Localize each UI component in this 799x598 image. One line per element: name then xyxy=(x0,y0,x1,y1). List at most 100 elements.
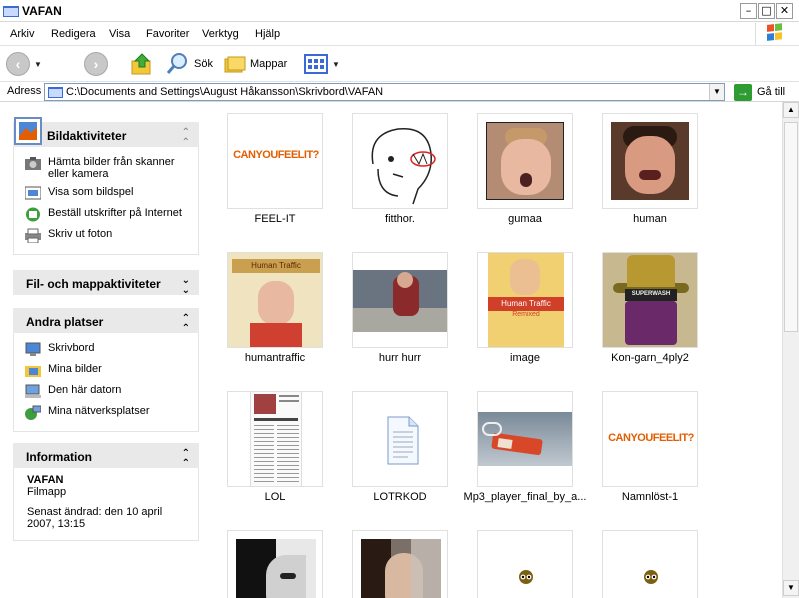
file-thumbnail[interactable] xyxy=(477,113,573,209)
photo-image: SUPERWASH xyxy=(603,253,697,347)
file-thumbnail[interactable] xyxy=(477,530,573,598)
windows-logo-icon xyxy=(755,23,793,45)
panel-file-tasks: Fil- och mappaktiviteter ⌄ ⌄ xyxy=(13,270,199,296)
file-thumbnail[interactable]: Human Traffic Remixed xyxy=(477,252,573,348)
chevron-up-icon[interactable]: ⌃ ⌃ xyxy=(182,449,190,469)
vertical-scrollbar[interactable]: ▲ ▼ xyxy=(782,102,799,598)
file-thumbnail[interactable] xyxy=(227,391,323,487)
folder-window-icon xyxy=(3,6,19,17)
panel-body: VAFAN Filmapp Senast ändrad: den 10 apri… xyxy=(13,468,199,541)
address-dropdown-button[interactable]: ▼ xyxy=(709,84,724,100)
go-button[interactable]: → Gå till xyxy=(734,82,785,102)
file-thumbnail[interactable]: SUPERWASH xyxy=(602,252,698,348)
document-icon xyxy=(387,416,419,465)
camera-icon xyxy=(25,157,41,170)
file-thumbnail[interactable] xyxy=(352,391,448,487)
photo-image xyxy=(361,539,441,598)
details-type: Filmapp xyxy=(27,486,67,498)
menu-visa[interactable]: Visa xyxy=(109,28,130,40)
forward-button[interactable]: › xyxy=(84,50,108,78)
photo-image xyxy=(236,539,316,598)
photo-image xyxy=(611,122,689,200)
panel-body: Skrivbord Mina bilder Den här datorn Min… xyxy=(13,333,199,432)
task-slideshow[interactable]: Visa som bildspel xyxy=(14,183,198,204)
place-my-pictures[interactable]: Mina bilder xyxy=(14,360,198,381)
chevron-up-icon[interactable]: ⌃ ⌃ xyxy=(182,314,190,334)
panel-other-places-header[interactable]: Andra platser ⌃ ⌃ xyxy=(13,308,199,334)
menu-hjalp[interactable]: Hjälp xyxy=(255,28,280,40)
file-name[interactable]: LOL xyxy=(211,491,340,503)
file-thumbnail[interactable]: CANYOUFEELIT? xyxy=(227,113,323,209)
file-name[interactable]: Namnlöst-1 xyxy=(585,491,715,503)
folders-button[interactable]: Mappar xyxy=(224,50,287,78)
emoticon-icon xyxy=(644,570,658,584)
panel-other-places: Andra platser ⌃ ⌃ Skrivbord Mina bilder D… xyxy=(13,308,199,432)
views-button[interactable]: ▼ xyxy=(304,50,340,78)
photo-image xyxy=(486,122,564,200)
menu-bar: Arkiv Redigera Visa Favoriter Verktyg Hj… xyxy=(0,22,799,46)
file-name[interactable]: image xyxy=(460,352,590,364)
panel-body: Hämta bilder från skanner eller kamera V… xyxy=(13,147,199,255)
panel-image-tasks: Bildaktiviteter ⌃ ⌃ Hämta bilder från ska… xyxy=(13,117,199,255)
desktop-icon xyxy=(25,342,41,356)
slideshow-icon xyxy=(25,186,41,200)
chevron-up-icon[interactable]: ⌃ ⌃ xyxy=(182,128,190,148)
panel-details-header[interactable]: Information ⌃ ⌃ xyxy=(13,443,199,469)
menu-verktyg[interactable]: Verktyg xyxy=(202,28,239,40)
toolbar: ‹ ▼ › Sök Mappar ▼ xyxy=(0,46,799,82)
minimize-button[interactable]: – xyxy=(740,3,757,19)
file-thumbnail[interactable] xyxy=(352,530,448,598)
file-thumbnail[interactable] xyxy=(352,113,448,209)
title-bar[interactable]: VAFAN – □ ✕ xyxy=(0,0,799,22)
place-desktop[interactable]: Skrivbord xyxy=(14,339,198,360)
task-print-photos[interactable]: Skriv ut foton xyxy=(14,225,198,246)
scroll-up-button[interactable]: ▲ xyxy=(783,102,799,118)
task-order-prints[interactable]: Beställ utskrifter på Internet xyxy=(14,204,198,225)
file-thumbnail[interactable] xyxy=(227,530,323,598)
maximize-button[interactable]: □ xyxy=(758,3,775,19)
scroll-thumb[interactable] xyxy=(784,122,798,332)
file-name[interactable]: LOTRKOD xyxy=(335,491,465,503)
file-name[interactable]: Kon-garn_4ply2 xyxy=(585,352,715,364)
task-get-pictures[interactable]: Hämta bilder från skanner eller kamera xyxy=(14,153,198,183)
place-network[interactable]: Mina nätverksplatser xyxy=(14,402,198,423)
file-thumbnail[interactable] xyxy=(602,113,698,209)
file-name[interactable]: gumaa xyxy=(460,213,590,225)
menu-arkiv[interactable]: Arkiv xyxy=(10,28,34,40)
folders-icon xyxy=(224,56,246,73)
address-label: Adress xyxy=(7,85,42,97)
up-folder-button[interactable] xyxy=(130,50,154,78)
file-name[interactable]: humantraffic xyxy=(211,352,340,364)
folders-label: Mappar xyxy=(250,58,288,70)
computer-icon xyxy=(25,384,41,398)
back-arrow-icon: ‹ xyxy=(6,52,30,76)
file-thumbnail[interactable] xyxy=(602,530,698,598)
file-thumbnail[interactable]: Human Traffic xyxy=(227,252,323,348)
details-modified: Senast ändrad: den 10 april 2007, 13:15 xyxy=(27,506,163,530)
file-name[interactable]: human xyxy=(585,213,715,225)
file-name[interactable]: FEEL-IT xyxy=(211,213,340,225)
task-pane: Bildaktiviteter ⌃ ⌃ Hämta bilder från ska… xyxy=(0,102,211,598)
close-button[interactable]: ✕ xyxy=(776,3,793,19)
file-thumbnail[interactable]: CANYOUFEELIT? xyxy=(602,391,698,487)
my-pictures-icon xyxy=(25,366,41,377)
panel-file-tasks-header[interactable]: Fil- och mappaktiviteter ⌄ ⌄ xyxy=(13,270,199,296)
file-name[interactable]: hurr hurr xyxy=(335,352,465,364)
window-title: VAFAN xyxy=(22,4,62,18)
file-thumbnail[interactable] xyxy=(352,252,448,348)
file-view: CANYOUFEELIT? FEEL-IT fitthor. gumaa hum… xyxy=(211,102,782,598)
place-my-computer[interactable]: Den här datorn xyxy=(14,381,198,402)
address-input[interactable]: C:\Documents and Settings\August Håkanss… xyxy=(44,83,725,101)
back-button[interactable]: ‹ ▼ xyxy=(6,50,42,78)
go-arrow-icon: → xyxy=(734,83,752,101)
panel-title: Andra platser xyxy=(26,315,104,329)
panel-image-tasks-header[interactable]: Bildaktiviteter ⌃ ⌃ xyxy=(13,117,199,148)
chevron-down-icon[interactable]: ⌄ ⌄ xyxy=(182,276,190,296)
menu-favoriter[interactable]: Favoriter xyxy=(146,28,189,40)
scroll-down-button[interactable]: ▼ xyxy=(783,580,799,596)
search-button[interactable]: Sök xyxy=(166,50,213,78)
file-thumbnail[interactable] xyxy=(477,391,573,487)
file-name[interactable]: fitthor. xyxy=(335,213,465,225)
file-name[interactable]: Mp3_player_final_by_a... xyxy=(460,491,590,503)
menu-redigera[interactable]: Redigera xyxy=(51,28,96,40)
